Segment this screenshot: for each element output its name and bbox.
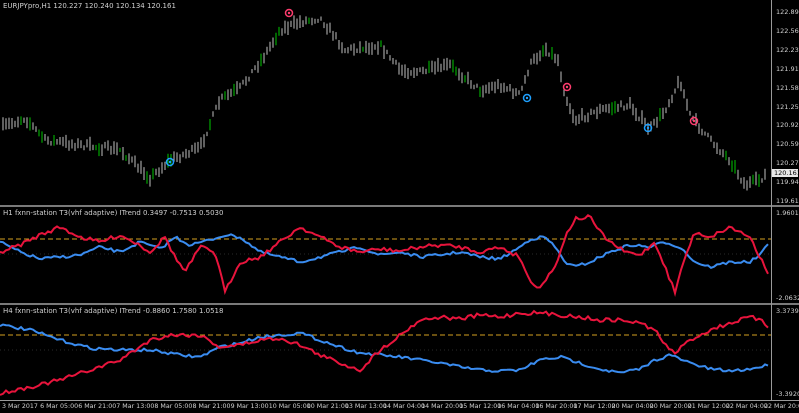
indicator-h4-title: H4 fxnn-station T3(vhf adaptive) ITrend …	[3, 307, 224, 315]
time-tick-label: 17 Mar 12:00	[573, 403, 616, 410]
time-tick-label: 14 Mar 20:00	[421, 403, 464, 410]
time-tick-label: 13 Mar 13:00	[344, 403, 387, 410]
time-tick-label: 6 Mar 21:00	[78, 403, 117, 410]
time-tick-label: 16 Mar 04:00	[497, 403, 540, 410]
time-tick-label: 8 Mar 05:00	[154, 403, 193, 410]
time-tick-label: 22 Mar 04:00	[725, 403, 768, 410]
time-tick-label: 15 Mar 12:00	[459, 403, 502, 410]
indicator-pane-h4[interactable]	[0, 305, 771, 400]
buy-signal-dot	[525, 96, 529, 100]
time-tick-label: 10 Mar 21:00	[306, 403, 349, 410]
itrend-blue-line	[0, 323, 769, 374]
main-chart-title: EURJPYpro,H1 120.227 120.240 120.134 120…	[3, 2, 176, 10]
time-tick-label: 20 Mar 20:00	[649, 403, 692, 410]
sell-signal-dot	[565, 85, 569, 89]
price-bars-svg	[2, 8, 766, 191]
time-tick-label: 16 Mar 20:00	[535, 403, 578, 410]
indicator-pane-h1[interactable]	[0, 207, 771, 303]
price-tick-label: 122.235	[776, 45, 799, 54]
sell-signal-dot	[692, 119, 696, 123]
time-tick-label: 9 Mar 13:00	[230, 403, 269, 410]
indicator-h1-top-value: 1.9601	[776, 209, 799, 217]
price-tick-label: 122.895	[776, 8, 799, 16]
price-tick-label: 120.595	[776, 140, 799, 149]
price-tick-label: 122.565	[776, 26, 799, 35]
price-tick-label: 121.580	[776, 83, 799, 92]
price-tick-label: 120.270	[776, 159, 799, 168]
time-tick-label: 3 Mar 2017	[2, 403, 38, 410]
indicator-h1-lines	[0, 214, 771, 298]
time-tick-label: 6 Mar 05:00	[40, 403, 79, 410]
itrend-red-line	[0, 309, 769, 396]
price-tick-label: 121.255	[776, 102, 799, 111]
time-tick-label: 20 Mar 04:00	[611, 403, 654, 410]
time-tick-label: 8 Mar 21:00	[192, 403, 231, 410]
indicator-h1-title: H1 fxnn-station T3(vhf adaptive) ITrend …	[3, 209, 224, 217]
time-tick-label: 21 Mar 12:00	[687, 403, 730, 410]
time-tick-label: 10 Mar 05:00	[268, 403, 311, 410]
price-tick-label: 119.940	[776, 178, 799, 187]
price-tick-label: 120.925	[776, 121, 799, 130]
indicator-h4-top-value: 3.3739	[776, 307, 799, 315]
price-tick-label: 119.610	[776, 197, 799, 205]
time-tick-label: 7 Mar 13:00	[116, 403, 155, 410]
time-tick-label: 22 Mar 20:00	[764, 403, 799, 410]
buy-signal-dot	[646, 126, 650, 130]
price-tick-label: 121.910	[776, 64, 799, 73]
sell-signal-dot	[287, 11, 291, 15]
indicator-h1-bottom-value: -2.0632	[776, 294, 799, 302]
buy-signal-dot	[168, 160, 172, 164]
price-axis-border	[771, 0, 772, 400]
time-tick-label: 14 Mar 04:00	[383, 403, 426, 410]
indicator-h4-lines	[0, 309, 771, 396]
indicator-h4-bottom-value: -3.3920	[776, 390, 799, 398]
price-chart-pane[interactable]	[0, 0, 771, 205]
current-price-label: 120.161	[772, 169, 799, 177]
